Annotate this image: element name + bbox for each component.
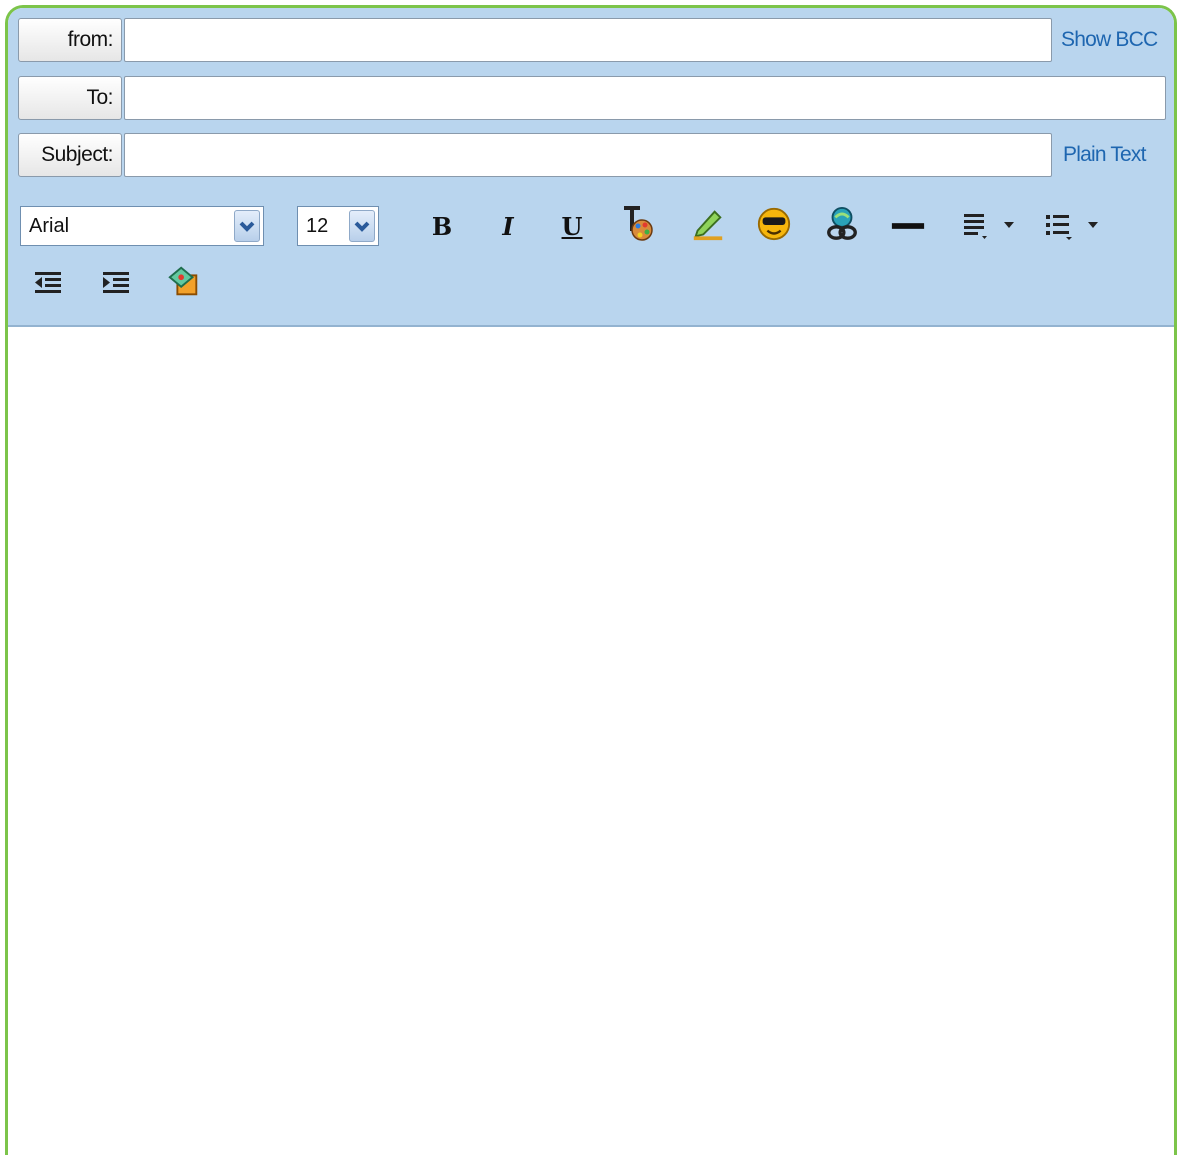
list-dropdown[interactable] <box>1040 208 1110 244</box>
italic-button[interactable]: I <box>490 208 526 244</box>
outdent-icon <box>35 272 61 293</box>
to-field[interactable] <box>124 76 1166 120</box>
from-button[interactable]: from: <box>18 18 122 62</box>
to-row: To: <box>18 76 1168 120</box>
highlight-button[interactable] <box>690 206 726 242</box>
compose-header: from: Show BCC To: Subject: Plain Text A… <box>8 8 1174 327</box>
stationery-icon <box>168 266 198 296</box>
show-bcc-link[interactable]: Show BCC <box>1061 18 1158 62</box>
font-family-select[interactable]: Arial <box>20 206 264 246</box>
plain-text-link[interactable]: Plain Text <box>1063 133 1146 177</box>
subject-field[interactable] <box>124 133 1052 177</box>
outdent-button[interactable] <box>30 266 66 302</box>
font-size-select[interactable]: 12 <box>297 206 379 246</box>
stationery-button[interactable] <box>166 264 202 300</box>
font-family-value: Arial <box>29 215 70 237</box>
font-size-value: 12 <box>306 215 329 237</box>
link-icon <box>827 206 857 240</box>
horizontal-rule-icon <box>891 223 925 229</box>
indent-icon <box>103 272 129 293</box>
chevron-down-icon <box>234 210 260 242</box>
align-dropdown[interactable] <box>958 208 1028 244</box>
message-body-editor[interactable] <box>8 327 1174 1155</box>
subject-button[interactable]: Subject: <box>18 133 122 177</box>
align-icon <box>964 214 1014 239</box>
to-button[interactable]: To: <box>18 76 122 120</box>
from-field[interactable] <box>124 18 1052 62</box>
chevron-down-icon <box>349 210 375 242</box>
underline-icon: U <box>561 211 583 241</box>
italic-icon: I <box>502 211 514 241</box>
from-row: from: Show BCC <box>18 18 1168 62</box>
horizontal-rule-button[interactable] <box>890 208 926 244</box>
bold-icon: B <box>431 211 453 241</box>
text-color-button[interactable] <box>620 206 656 242</box>
highlight-icon <box>693 210 723 241</box>
bold-button[interactable]: B <box>424 208 460 244</box>
insert-link-button[interactable] <box>824 206 860 242</box>
emoticon-icon <box>757 207 791 241</box>
indent-button[interactable] <box>98 266 134 302</box>
text-color-icon <box>624 206 653 241</box>
compose-window: from: Show BCC To: Subject: Plain Text A… <box>5 5 1177 1155</box>
underline-button[interactable]: U <box>554 208 590 244</box>
list-icon <box>1046 215 1098 240</box>
emoticon-button[interactable] <box>756 206 792 242</box>
subject-row: Subject: Plain Text <box>18 133 1168 177</box>
